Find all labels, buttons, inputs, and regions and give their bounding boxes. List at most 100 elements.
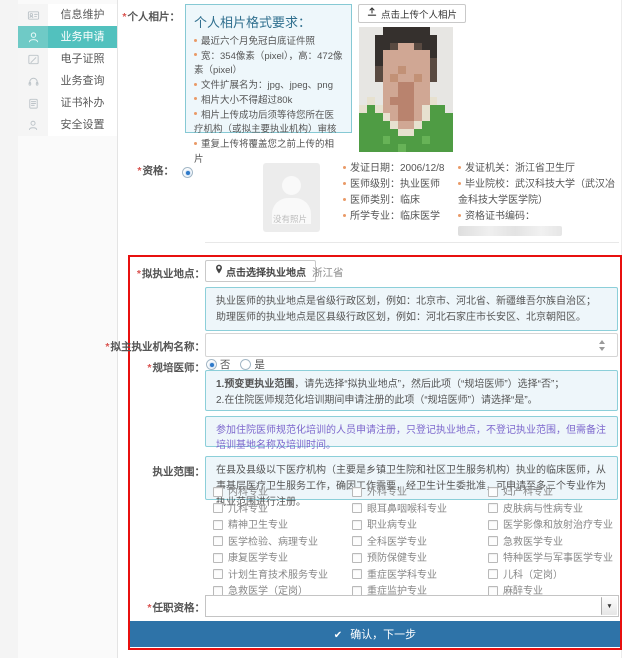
sidebar-item-e-certificate[interactable]: 电子证照 xyxy=(18,48,117,70)
checkbox-icon[interactable] xyxy=(488,586,498,596)
bullet-dot-icon xyxy=(458,214,461,217)
page-left-strip xyxy=(0,0,18,658)
detail-item: 发证机关：浙江省卫生厅 xyxy=(458,161,618,177)
location-help-line: 助理医师的执业地点是区县级行政区划，例如：河北石家庄市长安区、北京朝阳区。 xyxy=(216,310,607,326)
sidebar-item-certificate-reissue[interactable]: 证书补办 xyxy=(18,92,117,114)
qualification-details-right: 发证机关：浙江省卫生厅毕业院校：武汉科技大学（武汉冶金科技大学医学院）资格证书编… xyxy=(458,161,618,241)
radio-icon[interactable] xyxy=(206,359,217,370)
checkbox-icon[interactable] xyxy=(352,536,362,546)
required-asterisk: * xyxy=(147,602,151,614)
qualification-radio[interactable] xyxy=(182,167,193,178)
scope-option[interactable]: 眼耳鼻咽喉科专业 xyxy=(352,500,488,517)
title-qualification-select[interactable]: ▼ xyxy=(205,595,619,617)
check-icon: ✔ xyxy=(334,630,342,641)
upload-photo-button[interactable]: 点击上传个人相片 xyxy=(358,4,466,23)
photo-requirements-title: 个人相片格式要求： xyxy=(194,12,343,31)
detail-item: 毕业院校：武汉科技大学（武汉冶金科技大学医学院） xyxy=(458,177,618,209)
required-asterisk: * xyxy=(137,165,141,177)
required-asterisk: * xyxy=(147,362,151,374)
detail-item: 发证日期：2006/12/8 xyxy=(343,161,456,177)
required-asterisk: * xyxy=(105,341,109,353)
uploaded-photo xyxy=(359,27,453,152)
sidebar-item-label: 电子证照 xyxy=(48,48,117,70)
upload-photo-button-label: 点击上传个人相片 xyxy=(381,7,457,21)
checkbox-icon[interactable] xyxy=(352,586,362,596)
scope-option[interactable]: 预防保健专业 xyxy=(352,549,488,566)
section-divider xyxy=(205,242,619,243)
scope-option[interactable]: 医学检验、病理专业 xyxy=(213,533,352,550)
checkbox-icon[interactable] xyxy=(488,503,498,513)
user-lock-icon xyxy=(18,114,48,136)
scope-option[interactable]: 计划生育技术服务专业 xyxy=(213,566,352,583)
detail-item: 所学专业：临床医学 xyxy=(343,209,456,225)
scope-option[interactable]: 康复医学专业 xyxy=(213,549,352,566)
clipboard-icon xyxy=(18,92,48,114)
checkbox-icon[interactable] xyxy=(488,520,498,530)
trainee-help-line1: 1.预变更执业范围，请先选择“拟执业地点”，然后此项（“规培医师”）选择“否”； xyxy=(216,377,607,393)
location-help-line: 执业医师的执业地点是省级行政区划，例如：北京市、河北省、新疆维吾尔族自治区； xyxy=(216,294,607,310)
radio-icon[interactable] xyxy=(240,359,251,370)
trainee-purple-note: 参加住院医师规范化培训的人员申请注册，只登记执业地点，不登记执业范围，但需备注培… xyxy=(216,425,606,451)
location-pin-icon xyxy=(215,264,223,278)
sidebar-item-business-application[interactable]: 业务申请 xyxy=(18,26,117,48)
sidebar: 信息维护业务申请电子证照业务查询证书补办安全设置 xyxy=(18,0,118,658)
location-help-box: 执业医师的执业地点是省级行政区划，例如：北京市、河北省、新疆维吾尔族自治区； 助… xyxy=(205,287,618,331)
bullet-dot-icon xyxy=(194,83,197,86)
org-name-input[interactable] xyxy=(205,333,618,357)
redacted-value xyxy=(458,226,562,236)
bullet-dot-icon xyxy=(458,166,461,169)
scope-option[interactable]: 重症医学科专业 xyxy=(352,566,488,583)
edit-icon xyxy=(18,48,48,70)
no-photo-text: 没有照片 xyxy=(263,213,317,225)
bullet-dot-icon xyxy=(343,198,346,201)
checkbox-icon[interactable] xyxy=(352,503,362,513)
scope-option[interactable]: 儿科（定岗） xyxy=(488,566,614,583)
checkbox-icon[interactable] xyxy=(352,553,362,563)
scope-option[interactable]: 皮肤病与性病专业 xyxy=(488,500,614,517)
checkbox-icon[interactable] xyxy=(213,487,223,497)
checkbox-icon[interactable] xyxy=(488,569,498,579)
trainee-help-box: 1.预变更执业范围，请先选择“拟执业地点”，然后此项（“规培医师”）选择“否”；… xyxy=(205,370,618,411)
scope-option[interactable]: 特种医学与军事医学专业 xyxy=(488,549,614,566)
checkbox-icon[interactable] xyxy=(213,586,223,596)
checkbox-icon[interactable] xyxy=(352,569,362,579)
checkbox-icon[interactable] xyxy=(352,520,362,530)
scope-option[interactable]: 急救医学专业 xyxy=(488,533,614,550)
sidebar-item-security-settings[interactable]: 安全设置 xyxy=(18,114,117,136)
checkbox-icon[interactable] xyxy=(213,569,223,579)
photo-requirement-item: 相片大小不得超过80k xyxy=(194,94,343,109)
bullet-dot-icon xyxy=(343,182,346,185)
checkbox-icon[interactable] xyxy=(488,553,498,563)
scope-option[interactable]: 内科专业 xyxy=(213,483,352,500)
scope-option[interactable]: 医学影像和放射治疗专业 xyxy=(488,516,614,533)
required-asterisk: * xyxy=(137,268,141,280)
checkbox-icon[interactable] xyxy=(213,520,223,530)
sidebar-item-label: 证书补办 xyxy=(48,92,117,114)
scope-option[interactable]: 精神卫生专业 xyxy=(213,516,352,533)
personal-photo-label: *个人相片： xyxy=(122,9,180,24)
scope-option[interactable]: 外科专业 xyxy=(352,483,488,500)
checkbox-icon[interactable] xyxy=(488,536,498,546)
bullet-dot-icon xyxy=(458,182,461,185)
sidebar-item-label: 业务查询 xyxy=(48,70,117,92)
scope-option[interactable]: 职业病专业 xyxy=(352,516,488,533)
checkbox-icon[interactable] xyxy=(352,487,362,497)
scope-option[interactable]: 妇产科专业 xyxy=(488,483,614,500)
checkbox-icon[interactable] xyxy=(213,503,223,513)
scope-option[interactable]: 全科医学专业 xyxy=(352,533,488,550)
select-location-button-label: 点击选择执业地点 xyxy=(226,264,306,279)
checkbox-icon[interactable] xyxy=(213,553,223,563)
select-location-button[interactable]: 点击选择执业地点 xyxy=(205,260,316,282)
sidebar-item-business-query[interactable]: 业务查询 xyxy=(18,70,117,92)
sidebar-item-info-maintenance[interactable]: 信息维护 xyxy=(18,4,117,26)
checkbox-icon[interactable] xyxy=(213,536,223,546)
scope-option[interactable]: 儿科专业 xyxy=(213,500,352,517)
detail-item: 医师类别：临床 xyxy=(343,193,456,209)
practice-location-label: *拟执业地点： xyxy=(137,266,205,281)
photo-requirement-item: 相片上传成功后须等待您所在医疗机构（或拟主要执业机构）审核 xyxy=(194,109,343,138)
scope-checkbox-grid: 内科专业外科专业妇产科专业儿科专业眼耳鼻咽喉科专业皮肤病与性病专业精神卫生专业职… xyxy=(213,483,614,599)
confirm-next-button[interactable]: ✔确认，下一步 xyxy=(130,621,620,647)
dropdown-arrow-icon[interactable]: ▼ xyxy=(601,597,617,615)
trainee-label: *规培医师： xyxy=(147,360,205,375)
checkbox-icon[interactable] xyxy=(488,487,498,497)
